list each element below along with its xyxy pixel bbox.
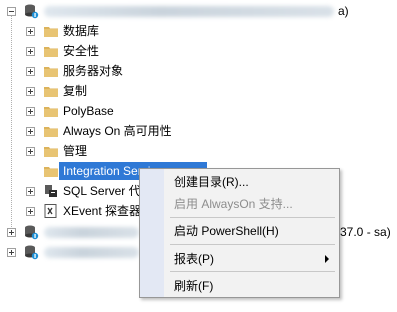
folder-icon — [44, 47, 58, 57]
menu-icon-gutter — [140, 169, 164, 297]
database-server-icon — [25, 4, 39, 19]
expand-icon[interactable] — [26, 127, 35, 136]
expand-icon[interactable] — [7, 228, 16, 237]
tree-item-label: Always On 高可用性 — [63, 124, 172, 138]
menu-item-enable-alwayson[interactable]: 启用 AlwaysOn 支持... — [174, 194, 293, 214]
redacted-server-name — [44, 227, 139, 238]
database-server-icon — [25, 225, 39, 240]
expand-icon[interactable] — [26, 147, 35, 156]
expand-icon[interactable] — [26, 47, 35, 56]
folder-icon — [44, 27, 58, 37]
server-name-suffix: 37.0 - sa) — [340, 225, 391, 239]
folder-icon — [44, 167, 58, 177]
expand-icon[interactable] — [26, 27, 35, 36]
expand-icon[interactable] — [26, 107, 35, 116]
folder-icon — [44, 107, 58, 117]
tree-item-label: 管理 — [63, 144, 88, 158]
collapse-icon[interactable] — [7, 7, 16, 16]
folder-icon — [44, 127, 58, 137]
menu-separator — [170, 217, 335, 218]
menu-item-reports[interactable]: 报表(P) — [174, 249, 214, 269]
tree-server-node[interactable]: a) — [0, 1, 397, 21]
expand-icon[interactable] — [26, 67, 35, 76]
folder-icon — [44, 147, 58, 157]
tree-item-label: 复制 — [63, 84, 88, 98]
redacted-server-name — [44, 247, 139, 258]
context-menu: 创建目录(R)... 启用 AlwaysOn 支持... 启动 PowerShe… — [139, 168, 340, 298]
menu-item-start-powershell[interactable]: 启动 PowerShell(H) — [174, 221, 279, 241]
tree-guide-line — [11, 16, 12, 233]
expand-icon[interactable] — [26, 87, 35, 96]
expand-icon[interactable] — [7, 248, 16, 257]
tree-item-label: PolyBase — [63, 104, 114, 118]
tree-item-label: 数据库 — [63, 24, 100, 38]
folder-icon — [44, 87, 58, 97]
tree-item-label: SQL Server 代 — [63, 184, 141, 198]
menu-separator — [170, 271, 335, 272]
expand-icon[interactable] — [26, 207, 35, 216]
server-name-suffix: a) — [338, 4, 349, 18]
database-server-icon — [25, 245, 39, 260]
xevent-profiler-icon — [44, 204, 57, 218]
redacted-server-name — [44, 6, 334, 17]
tree-item-label: XEvent 探查器 — [63, 204, 142, 218]
expand-icon[interactable] — [26, 187, 35, 196]
menu-separator — [170, 244, 335, 245]
submenu-arrow-icon — [325, 255, 329, 263]
menu-item-refresh[interactable]: 刷新(F) — [174, 276, 213, 296]
sql-agent-icon — [45, 185, 57, 197]
menu-item-create-catalog[interactable]: 创建目录(R)... — [174, 172, 249, 192]
tree-item-label: 安全性 — [63, 44, 100, 58]
folder-icon — [44, 67, 58, 77]
tree-item-label: 服务器对象 — [63, 64, 124, 78]
